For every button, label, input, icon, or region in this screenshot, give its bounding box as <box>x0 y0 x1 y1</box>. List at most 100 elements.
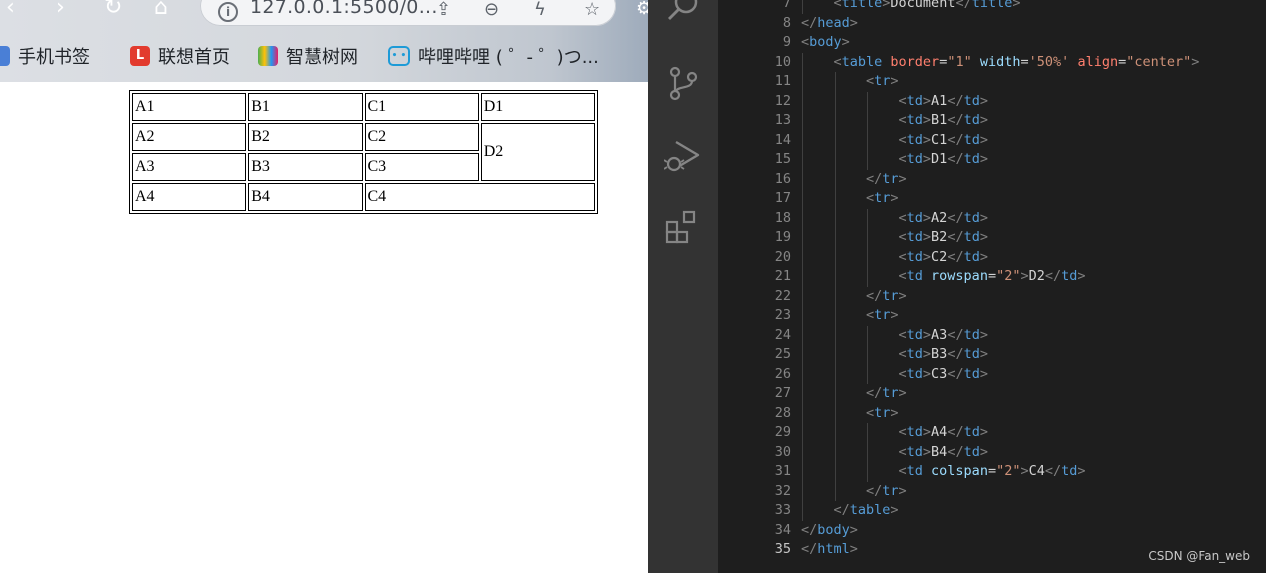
code-token: </ <box>1044 463 1062 479</box>
code-line[interactable]: 34 </body> <box>718 521 1266 541</box>
code-token: < <box>898 92 907 109</box>
table-cell: A4 <box>132 183 247 211</box>
activity-bar <box>648 0 718 573</box>
table-cell-colspan: C4 <box>364 183 595 211</box>
bookmark-lenovo[interactable]: L 联想首页 <box>130 42 230 70</box>
code-token: </ <box>947 365 964 382</box>
code-line[interactable]: 8 </head> <box>718 14 1266 34</box>
code-token: > <box>890 190 899 206</box>
code-line[interactable]: 15 <td>D1</td> <box>718 150 1266 170</box>
code-line[interactable]: 28 <tr> <box>718 403 1266 423</box>
code-line[interactable]: 30 <td>B4</td> <box>718 442 1266 462</box>
code-line[interactable]: 7 <title>Document</title> <box>718 0 1266 14</box>
line-number: 18 <box>774 209 791 226</box>
code-line[interactable]: 18 <td>A2</td> <box>718 208 1266 228</box>
lightning-icon[interactable]: ϟ <box>534 0 546 20</box>
source-control-icon[interactable] <box>664 64 702 102</box>
code-line[interactable]: 22 </tr> <box>718 286 1266 306</box>
code-text: <table border="1" width='50%' align="cen… <box>834 53 1200 73</box>
line-number: 31 <box>774 463 791 479</box>
code-text: <td>A3</td> <box>899 326 988 346</box>
code-token: </ <box>866 170 883 187</box>
indent-guide <box>802 228 803 248</box>
code-line[interactable]: 23 <tr> <box>718 306 1266 326</box>
code-token: > <box>922 346 932 362</box>
code-token: > <box>979 209 988 226</box>
indent-guide <box>867 345 868 365</box>
code-token: td <box>906 365 923 382</box>
star-icon[interactable]: ☆ <box>584 0 600 20</box>
indent-guide <box>834 72 836 92</box>
code-line[interactable]: 14 <td>C1</td> <box>718 130 1266 150</box>
code-token: B3 <box>931 346 948 362</box>
code-token: > <box>922 248 932 265</box>
code-token: C4 <box>1028 463 1045 479</box>
code-token: td <box>906 268 923 284</box>
code-line[interactable]: 24 <td>A3</td> <box>718 325 1266 346</box>
search-icon[interactable] <box>664 0 702 24</box>
code-token: = <box>1020 53 1029 70</box>
code-token: </ <box>833 502 850 518</box>
code-line[interactable]: 16 </tr> <box>718 169 1266 189</box>
bookmark-zhihuishu[interactable]: 智慧树网 <box>258 42 358 70</box>
indent-guide <box>802 189 803 209</box>
extensions-icon[interactable] <box>664 208 702 246</box>
bookmark-mobile[interactable]: 手机书签 <box>0 42 90 70</box>
indent-guide <box>834 208 836 228</box>
code-token: = <box>987 463 997 479</box>
code-line[interactable]: 12 <td>A1</td> <box>718 91 1266 111</box>
indent-guide <box>867 462 868 482</box>
code-line[interactable]: 29 <td>A4</td> <box>718 423 1266 443</box>
code-token: td <box>906 92 923 109</box>
code-line[interactable]: 19 <td>B2</td> <box>718 228 1266 248</box>
code-token: tr <box>874 73 891 89</box>
browser-toolbar: ‹ › ↻ ⌂ i 127.0.0.1:5500/0... ⇪ ⊖ ϟ ☆ ⚙ … <box>0 0 648 82</box>
address-bar[interactable]: i 127.0.0.1:5500/0... ⇪ ⊖ ϟ ☆ <box>200 0 616 26</box>
code-line[interactable]: 31 <td colspan="2">C4</td> <box>718 462 1266 482</box>
code-token: > <box>922 209 932 226</box>
home-icon[interactable]: ⌂ <box>154 0 168 22</box>
back-icon[interactable]: ‹ <box>6 0 15 22</box>
url-text[interactable]: 127.0.0.1:5500/0... <box>250 0 438 18</box>
code-line[interactable]: 33 </table> <box>718 501 1266 521</box>
code-line[interactable]: 17 <tr> <box>718 189 1266 209</box>
share-icon[interactable]: ⇪ <box>436 0 451 20</box>
zoom-out-icon[interactable]: ⊖ <box>484 0 499 20</box>
code-token: </ <box>866 385 883 401</box>
indent-guide <box>834 384 836 404</box>
code-line[interactable]: 26 <td>C3</td> <box>718 364 1266 384</box>
code-token: body <box>809 34 842 50</box>
code-line[interactable]: 9 <body> <box>718 33 1266 53</box>
code-token: A3 <box>931 326 948 343</box>
code-token: > <box>1020 463 1029 479</box>
code-token: C2 <box>931 248 948 265</box>
run-debug-icon[interactable] <box>664 136 702 174</box>
code-token: td <box>906 209 923 226</box>
code-token: border <box>890 53 940 70</box>
bookmark-bilibili[interactable]: • • 哔哩哔哩 ( ゜- ゜)つ... <box>388 42 599 70</box>
code-line[interactable]: 21 <td rowspan="2">D2</td> <box>718 267 1266 287</box>
code-line[interactable]: 20 <td>C2</td> <box>718 247 1266 267</box>
indent-guide <box>802 0 803 14</box>
info-icon[interactable]: i <box>218 2 238 22</box>
code-token: > <box>890 73 899 89</box>
code-editor[interactable]: 7 <title>Document</title> 8 </head> 9 <body> 1… <box>718 0 1266 573</box>
forward-icon[interactable]: › <box>56 0 65 22</box>
indent-guide <box>867 111 868 131</box>
code-line[interactable]: 13 <td>B1</td> <box>718 111 1266 131</box>
code-line[interactable]: 11 <tr> <box>718 72 1266 92</box>
code-line[interactable]: 27 </tr> <box>718 384 1266 404</box>
code-token: </ <box>866 482 883 499</box>
reload-icon[interactable]: ↻ <box>104 0 122 22</box>
code-line[interactable]: 10 <table border="1" width='50%' align="c… <box>718 52 1266 73</box>
code-line[interactable]: 32 </tr> <box>718 481 1266 501</box>
table-cell-rowspan: D2 <box>480 123 595 181</box>
line-number: 15 <box>774 151 791 167</box>
code-line[interactable]: 25 <td>B3</td> <box>718 345 1266 365</box>
extension-icon[interactable]: ⚙ <box>636 0 648 19</box>
code-text: </html> <box>801 540 858 560</box>
code-token: "center" <box>1126 53 1192 70</box>
code-text: <td colspan="2">C4</td> <box>899 462 1086 482</box>
code-token: < <box>866 307 875 323</box>
